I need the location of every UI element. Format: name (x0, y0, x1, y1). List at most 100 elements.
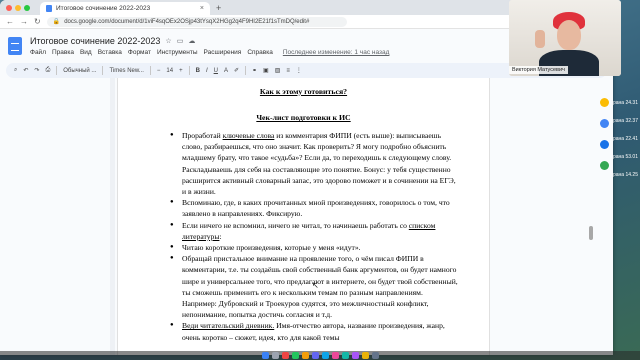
menu-file[interactable]: Файл (30, 49, 46, 56)
style-select[interactable]: Обычный ... (63, 68, 96, 74)
browser-tab[interactable]: Итоговое сочинение 2022-2023 × (40, 2, 210, 15)
heading-prepare: Как к этому готовиться? (259, 87, 348, 96)
menu-view[interactable]: Вид (80, 49, 92, 56)
maps-icon[interactable] (599, 161, 609, 170)
docs-logo-icon[interactable] (8, 37, 22, 55)
tasks-icon[interactable] (599, 119, 609, 128)
font-select[interactable]: Times New... (109, 68, 143, 74)
keep-icon[interactable] (599, 98, 609, 107)
forward-arrow-icon[interactable]: → (20, 17, 28, 26)
redo-icon[interactable]: ↷ (34, 67, 39, 74)
more-icon[interactable]: ⋮ (296, 67, 302, 74)
search-menus-icon[interactable]: ⌕ (14, 67, 17, 74)
heading-checklist: Чек-лист подготовки к ИС (256, 113, 351, 122)
align-icon[interactable]: ≡ (286, 68, 290, 74)
list-item: Вспоминаю, где, в каких прочитанных мной… (170, 197, 459, 219)
vertical-ruler (110, 78, 115, 355)
google-docs-icon (46, 5, 52, 12)
toolbar-divider (149, 66, 151, 75)
dock-app-icon[interactable] (271, 352, 279, 359)
item-text: Проработай (182, 131, 223, 140)
menu-format[interactable]: Формат (128, 49, 151, 56)
menu-extensions[interactable]: Расширения (204, 49, 242, 56)
presenter-hand (535, 30, 545, 48)
item-text: Читаю короткие произведения, которые у м… (182, 243, 361, 253)
minimize-window-button[interactable] (15, 4, 21, 11)
item-text: из комментария ФИПИ (есть выше): выписыв… (182, 131, 456, 197)
document-area: Как к этому готовиться? Чек-лист подгото… (0, 78, 613, 355)
star-icon[interactable]: ☆ (165, 37, 171, 45)
comment-icon[interactable]: ▣ (263, 67, 269, 74)
dock-app-icon[interactable] (311, 352, 319, 359)
undo-icon[interactable]: ↶ (23, 67, 28, 74)
last-edit-link[interactable]: Последнее изменение: 1 час назад (283, 49, 390, 56)
dock-app-icon[interactable] (361, 352, 369, 359)
desktop-file-label[interactable]: рана 32.37 (613, 118, 638, 124)
menu-bar: Файл Правка Вид Вставка Формат Инструмен… (30, 49, 389, 56)
document-title[interactable]: Итоговое сочинение 2022-2023 (30, 36, 160, 46)
dock-app-icon[interactable] (371, 352, 379, 359)
item-text: Вспоминаю, где, в каких прочитанных мной… (182, 198, 450, 219)
bold-button[interactable]: B (196, 68, 200, 74)
italic-button[interactable]: I (206, 68, 208, 74)
close-tab-icon[interactable]: × (200, 5, 204, 12)
checklist: Проработай ключевые слова из комментария… (170, 130, 459, 343)
dock-app-icon[interactable] (281, 352, 289, 359)
dock-app-icon[interactable] (301, 352, 309, 359)
desktop-file-label[interactable]: рана 24.31 (613, 100, 638, 106)
menu-edit[interactable]: Правка (52, 49, 74, 56)
list-item: Проработай ключевые слова из комментария… (170, 130, 459, 197)
font-size-increase-button[interactable]: + (179, 68, 183, 74)
menu-insert[interactable]: Вставка (98, 49, 122, 56)
font-size-field[interactable]: 14 (166, 68, 173, 74)
mouse-cursor-icon: ↖ (312, 281, 319, 290)
dock-app-icon[interactable] (291, 352, 299, 359)
new-tab-button[interactable]: + (216, 3, 221, 13)
side-panel (595, 78, 613, 355)
presenter-face (557, 20, 581, 50)
contacts-icon[interactable] (599, 140, 609, 149)
item-text: : (219, 231, 222, 241)
toolbar-divider (245, 66, 247, 75)
item-link[interactable]: Веди читательский дневник. (182, 321, 274, 330)
webcam-overlay: Виктория Матусевич (509, 0, 621, 76)
title-block: Итоговое сочинение 2022-2023 ☆ ▭ ☁ Файл … (30, 36, 389, 56)
cloud-status-icon[interactable]: ☁ (188, 37, 195, 45)
desktop-file-label[interactable]: рана 14.25 (613, 172, 638, 178)
highlight-icon[interactable]: ✐ (234, 67, 239, 74)
print-icon[interactable]: ⎙ (45, 67, 50, 74)
underline-button[interactable]: U (214, 68, 218, 74)
item-link[interactable]: ключевые слова (223, 131, 275, 140)
maximize-window-button[interactable] (24, 4, 30, 11)
dock-app-icon[interactable] (261, 352, 269, 359)
dock (0, 351, 640, 360)
window-controls (6, 4, 30, 11)
reload-icon[interactable]: ↻ (34, 17, 41, 26)
desktop-file-label[interactable]: рана 53.01 (613, 154, 638, 160)
dock-app-icon[interactable] (331, 352, 339, 359)
toolbar-divider (102, 66, 104, 75)
font-size-decrease-button[interactable]: − (157, 68, 161, 74)
doc-title-row: Итоговое сочинение 2022-2023 ☆ ▭ ☁ (30, 36, 389, 46)
item-text: Обращай пристальное внимание на проявлен… (182, 254, 458, 320)
link-icon[interactable]: ⚭ (252, 67, 257, 74)
list-item: Веди читательский дневник. Имя-отчество … (170, 320, 459, 342)
dock-app-icon[interactable] (351, 352, 359, 359)
item-text: Если ничего не вспомнил, ничего не читал… (182, 220, 409, 230)
desktop-file-labels: рана 24.31 рана 32.37 рана 22.41 рана 53… (613, 100, 638, 178)
desktop-file-label[interactable]: рана 22.41 (613, 136, 638, 142)
text-color-icon[interactable]: A (224, 68, 228, 74)
menu-tools[interactable]: Инструменты (157, 49, 198, 56)
scrollbar-thumb[interactable] (589, 226, 593, 240)
document-page[interactable]: Как к этому готовиться? Чек-лист подгото… (117, 78, 490, 355)
move-folder-icon[interactable]: ▭ (177, 37, 184, 45)
back-arrow-icon[interactable]: ← (6, 17, 14, 26)
lock-icon: 🔒 (52, 19, 61, 25)
dock-app-icon[interactable] (321, 352, 329, 359)
url-field[interactable]: 🔒 docs.google.com/document/d/1viF4sqOEx2… (46, 16, 347, 27)
list-item: Читаю короткие произведения, которые у м… (170, 242, 459, 253)
menu-help[interactable]: Справка (247, 49, 273, 56)
image-icon[interactable]: ▨ (275, 67, 281, 74)
dock-app-icon[interactable] (341, 352, 349, 359)
close-window-button[interactable] (6, 4, 12, 11)
